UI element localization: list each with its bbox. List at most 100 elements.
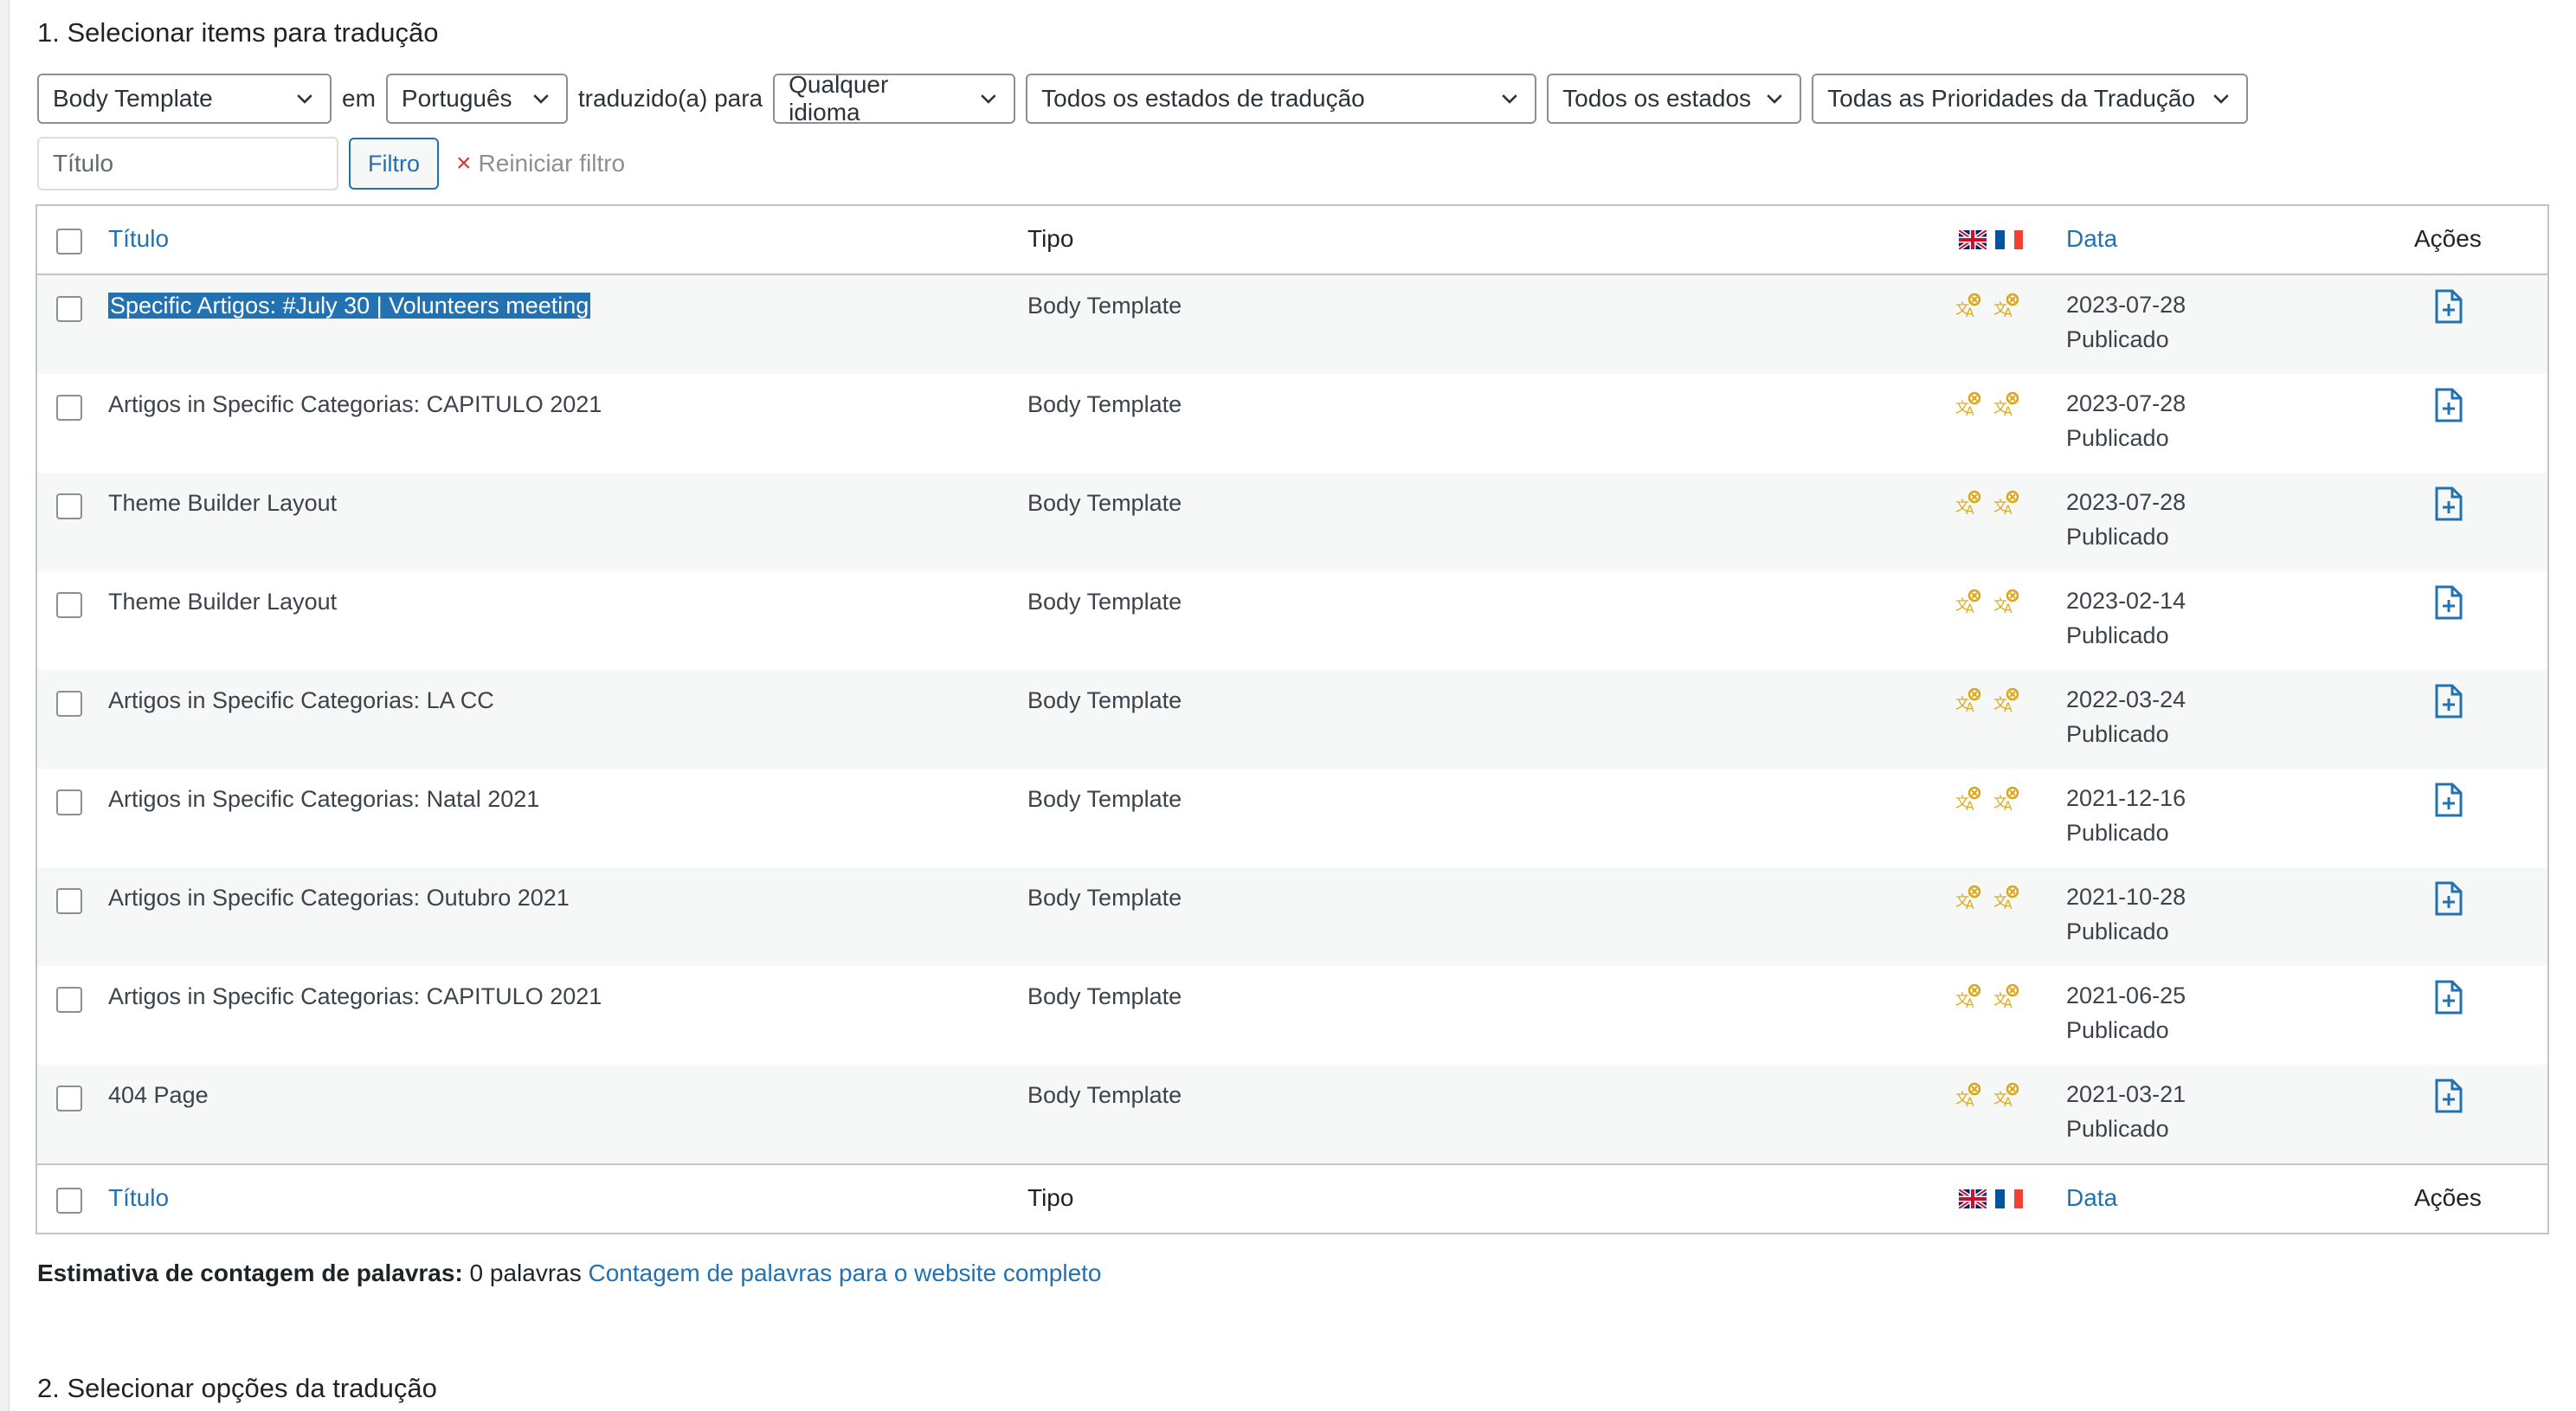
translation-status-select[interactable]: Todos os estados de tradução — [1026, 74, 1537, 124]
add-document-icon[interactable] — [2433, 486, 2464, 525]
row-title[interactable]: Artigos in Specific Categorias: CAPITULO… — [108, 983, 602, 1010]
translate-needed-icon[interactable]: 文A — [1992, 786, 2019, 818]
target-language-select[interactable]: Qualquer idioma — [773, 71, 1016, 126]
translate-needed-icon[interactable]: 文A — [1954, 687, 1981, 719]
row-status: Publicado — [2066, 721, 2169, 747]
translate-needed-icon[interactable]: 文A — [1954, 1082, 1981, 1114]
section-title: 1. Selecionar items para tradução — [37, 17, 439, 48]
translate-needed-icon[interactable]: 文A — [1992, 490, 2019, 522]
translate-needed-icon[interactable]: 文A — [1992, 885, 2019, 917]
row-date: 2023-07-28 Publicado — [2066, 386, 2186, 455]
row-type: Body Template — [1027, 786, 1182, 812]
row-type: Body Template — [1027, 490, 1182, 516]
svg-text:A: A — [1966, 800, 1974, 814]
select-all-checkbox[interactable] — [56, 229, 82, 254]
translate-needed-icon[interactable]: 文A — [1954, 885, 1981, 917]
translate-needed-icon[interactable]: 文A — [1954, 786, 1981, 818]
translate-needed-icon[interactable]: 文A — [1954, 293, 1981, 325]
add-document-icon[interactable] — [2433, 980, 2464, 1019]
filter-row: Filtro × Reiniciar filtro — [37, 137, 625, 190]
row-title[interactable]: 404 Page — [108, 1082, 209, 1109]
svg-text:A: A — [2004, 701, 2012, 715]
priority-select-value: Todas as Prioridades da Tradução — [1827, 85, 2196, 112]
svg-text:A: A — [2004, 800, 2012, 814]
translate-needed-icon[interactable]: 文A — [1992, 391, 2019, 423]
svg-text:A: A — [1966, 306, 1974, 320]
chevron-down-icon — [533, 94, 549, 104]
row-date-value: 2021-06-25 — [2066, 983, 2186, 1008]
reset-filter-label: Reiniciar filtro — [478, 150, 626, 177]
type-column-header: Tipo — [1027, 225, 1074, 252]
row-title[interactable]: Artigos in Specific Categorias: CAPITULO… — [108, 391, 602, 418]
table-row: Specific Artigos: #July 30 | Volunteers … — [37, 275, 2547, 374]
add-document-icon[interactable] — [2433, 585, 2464, 624]
row-date-value: 2023-07-28 — [2066, 390, 2186, 416]
svg-text:A: A — [2004, 997, 2012, 1011]
add-document-icon[interactable] — [2433, 388, 2464, 427]
row-date-value: 2021-03-21 — [2066, 1081, 2186, 1107]
row-status: Publicado — [2066, 622, 2169, 648]
france-flag-icon — [1995, 1189, 2023, 1213]
filter-button[interactable]: Filtro — [349, 138, 439, 190]
row-checkbox[interactable] — [56, 888, 82, 914]
translate-needed-icon[interactable]: 文A — [1954, 391, 1981, 423]
title-column-header[interactable]: Título — [108, 225, 169, 253]
chevron-down-icon — [1767, 94, 1782, 104]
row-checkbox[interactable] — [56, 296, 82, 322]
add-document-icon[interactable] — [2433, 783, 2464, 821]
reset-filter-link[interactable]: × Reiniciar filtro — [456, 150, 625, 177]
add-document-icon[interactable] — [2433, 684, 2464, 723]
status-select[interactable]: Todos os estados — [1547, 74, 1802, 124]
row-type: Body Template — [1027, 1082, 1182, 1108]
translate-needed-icon[interactable]: 文A — [1992, 589, 2019, 621]
translate-needed-icon[interactable]: 文A — [1992, 983, 2019, 1015]
row-status: Publicado — [2066, 1116, 2169, 1142]
row-type: Body Template — [1027, 983, 1182, 1009]
page: 1. Selecionar items para tradução Body T… — [9, 0, 2576, 1411]
date-column-footer[interactable]: Data — [2066, 1184, 2117, 1212]
row-checkbox[interactable] — [56, 789, 82, 815]
svg-text:A: A — [1966, 602, 1974, 616]
type-select-value: Body Template — [53, 85, 213, 112]
language-select[interactable]: Português — [385, 74, 568, 124]
select-all-checkbox[interactable] — [56, 1188, 82, 1214]
row-date-value: 2023-02-14 — [2066, 588, 2186, 614]
translate-needed-icon[interactable]: 文A — [1954, 983, 1981, 1015]
row-title[interactable]: Specific Artigos: #July 30 | Volunteers … — [108, 293, 591, 319]
translate-needed-icon[interactable]: 文A — [1992, 293, 2019, 325]
word-count-label: Estimativa de contagem de palavras: — [37, 1260, 463, 1286]
row-checkbox[interactable] — [56, 1086, 82, 1111]
type-select[interactable]: Body Template — [37, 74, 332, 124]
row-checkbox[interactable] — [56, 987, 82, 1013]
table-row: Artigos in Specific Categorias: Natal 20… — [37, 769, 2547, 867]
add-document-icon[interactable] — [2433, 289, 2464, 328]
add-document-icon[interactable] — [2433, 881, 2464, 920]
translate-needed-icon[interactable]: 文A — [1954, 589, 1981, 621]
title-search-input[interactable] — [37, 137, 338, 190]
full-site-word-count-link[interactable]: Contagem de palavras para o website comp… — [589, 1260, 1102, 1286]
translate-needed-icon[interactable]: 文A — [1954, 490, 1981, 522]
row-title[interactable]: Artigos in Specific Categorias: LA CC — [108, 687, 494, 714]
svg-text:A: A — [1966, 1096, 1974, 1110]
priority-select[interactable]: Todas as Prioridades da Tradução — [1812, 74, 2249, 124]
row-title[interactable]: Artigos in Specific Categorias: Natal 20… — [108, 786, 539, 813]
translate-needed-icon[interactable]: 文A — [1992, 1082, 2019, 1114]
row-title[interactable]: Theme Builder Layout — [108, 589, 337, 615]
row-title[interactable]: Theme Builder Layout — [108, 490, 337, 517]
add-document-icon[interactable] — [2433, 1079, 2464, 1118]
row-title[interactable]: Artigos in Specific Categorias: Outubro … — [108, 885, 570, 912]
table-row: Artigos in Specific Categorias: Outubro … — [37, 867, 2547, 966]
svg-text:A: A — [2004, 504, 2012, 518]
row-checkbox[interactable] — [56, 493, 82, 519]
row-checkbox[interactable] — [56, 592, 82, 618]
translate-needed-icon[interactable]: 文A — [1992, 687, 2019, 719]
row-checkbox[interactable] — [56, 691, 82, 717]
chevron-down-icon — [981, 94, 996, 104]
word-count: Estimativa de contagem de palavras: 0 pa… — [37, 1260, 1102, 1287]
row-date-value: 2021-12-16 — [2066, 785, 2186, 811]
table-row: Artigos in Specific Categorias: CAPITULO… — [37, 374, 2547, 473]
date-column-header[interactable]: Data — [2066, 225, 2117, 253]
svg-text:A: A — [1966, 504, 1974, 518]
row-checkbox[interactable] — [56, 395, 82, 421]
title-column-footer[interactable]: Título — [108, 1184, 169, 1212]
